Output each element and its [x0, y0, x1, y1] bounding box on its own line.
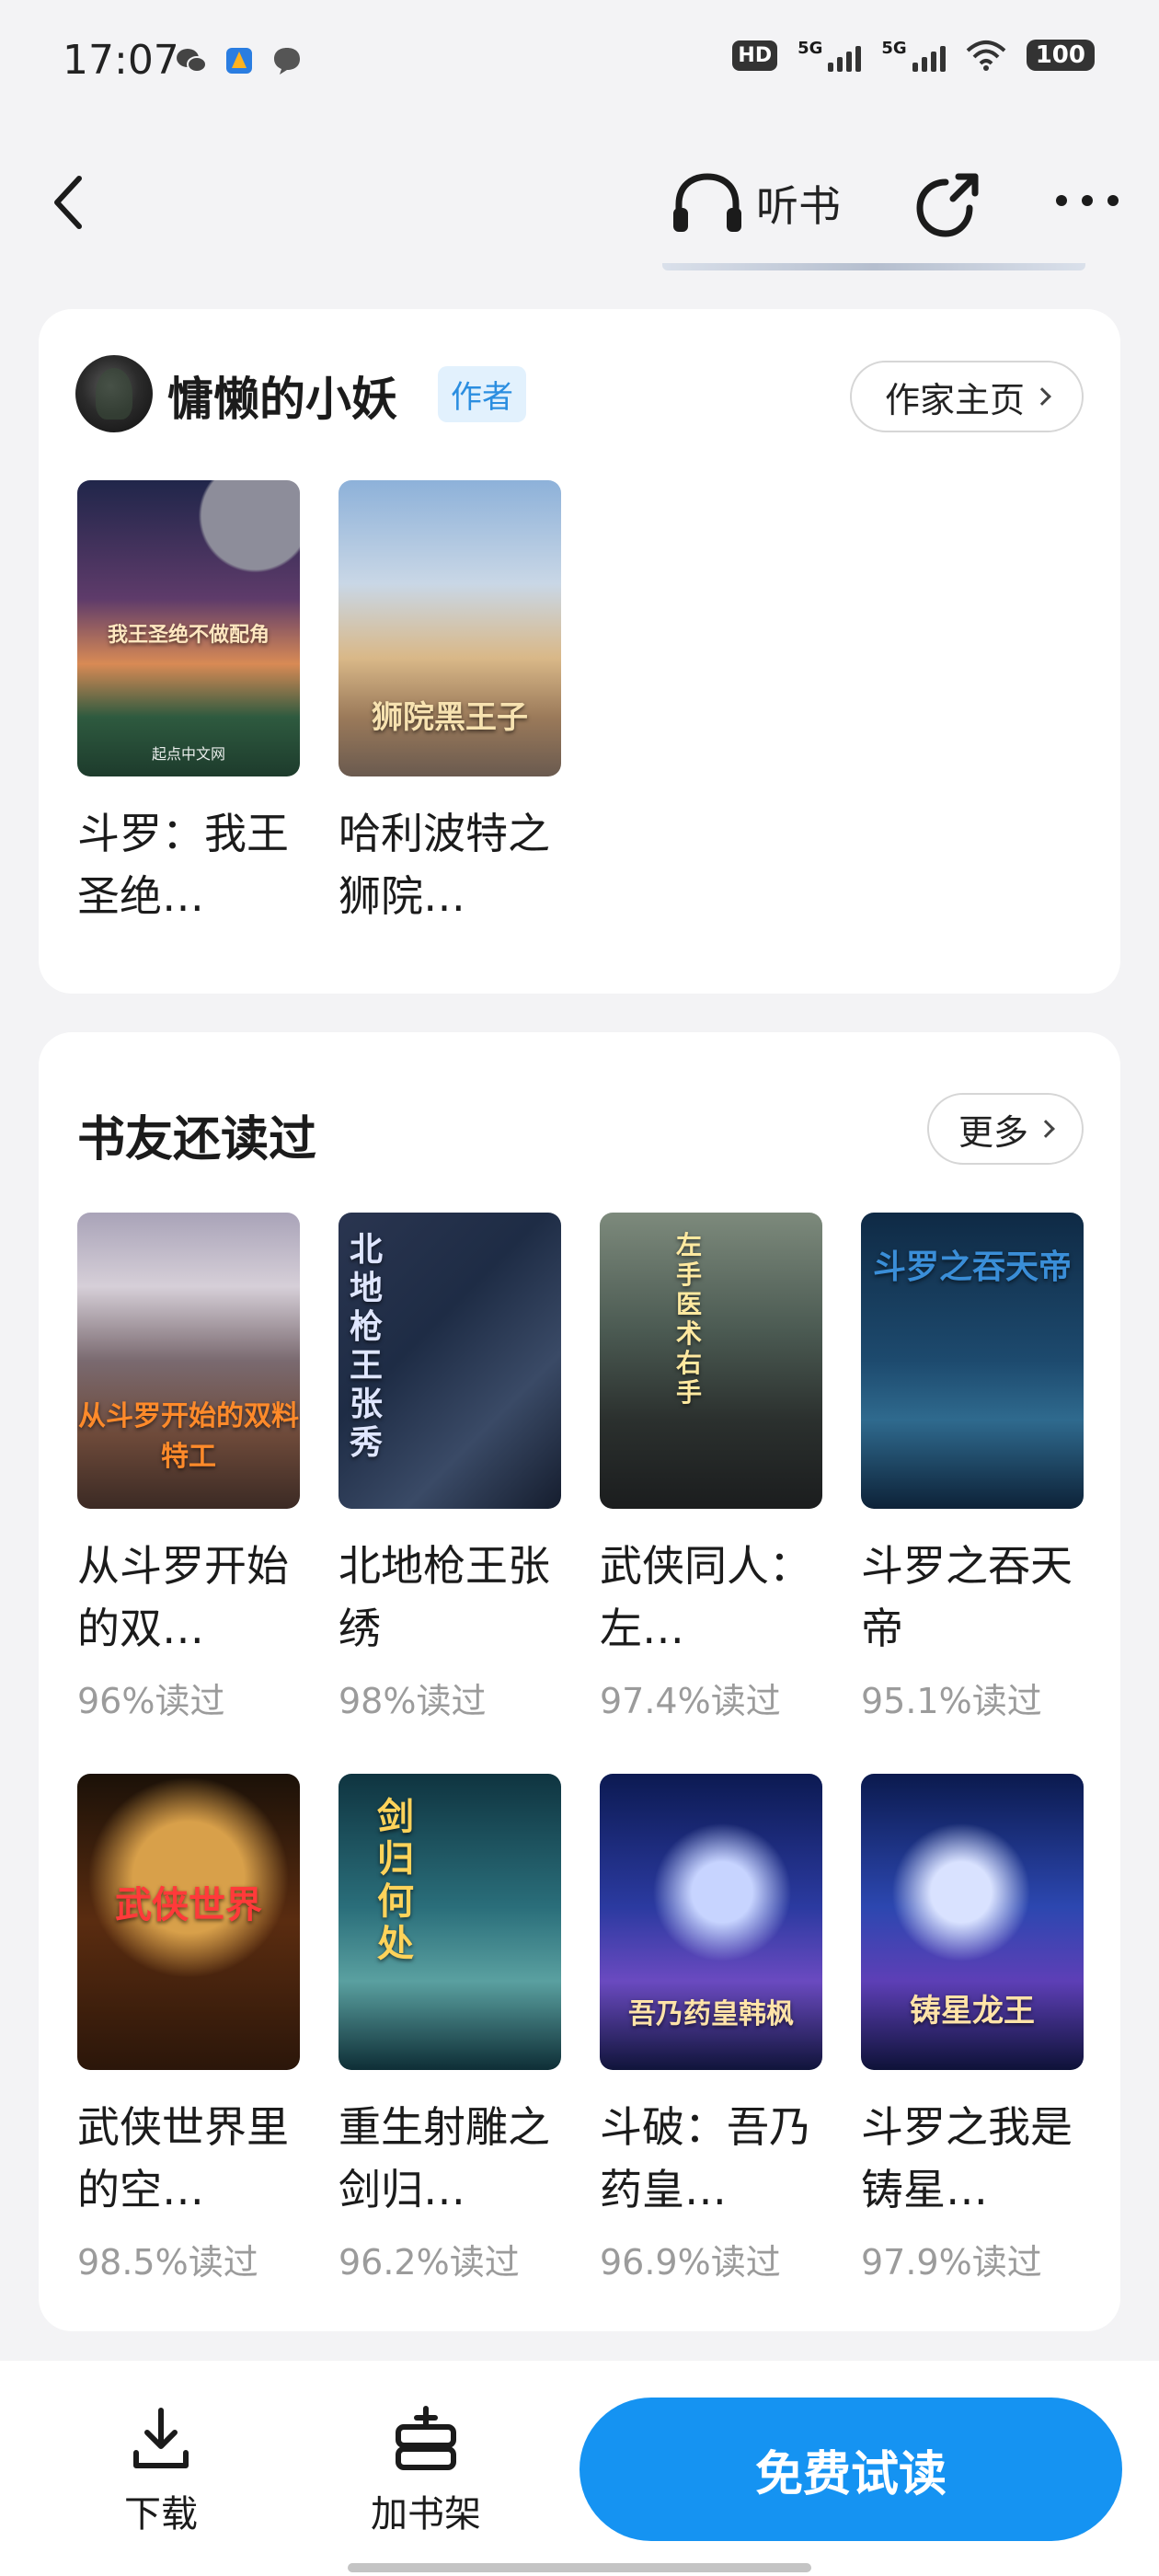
author-tag: 作者: [438, 366, 526, 422]
more-label: 更多: [958, 1111, 1028, 1153]
read-rate: 98%读过: [339, 1681, 487, 1721]
back-icon[interactable]: [44, 166, 99, 239]
author-name[interactable]: 慵懒的小妖: [167, 362, 397, 429]
book-title[interactable]: 哈利波特之狮院…: [339, 802, 561, 927]
add-to-shelf-button[interactable]: 加书架: [357, 2405, 495, 2537]
cover-publisher: 起点中文网: [151, 745, 225, 763]
recommended-book[interactable]: 左手医术右手 武侠同人：左… 97.4%读过: [600, 1213, 822, 1723]
cover-text: 斗罗之吞天帝: [872, 1248, 1072, 1286]
author-book-1[interactable]: 我王圣绝不做配角 起点中文网 斗罗：我王圣绝…: [77, 480, 300, 927]
recommended-book[interactable]: 斗罗之吞天帝 斗罗之吞天帝 95.1%读过: [861, 1213, 1084, 1723]
recommended-book[interactable]: 吾乃药皇韩枫 斗破：吾乃药皇… 96.9%读过: [600, 1774, 822, 2284]
bottom-action-bar: 下载 加书架 免费试读: [0, 2361, 1159, 2576]
book-title[interactable]: 重生射雕之剑归…: [339, 2096, 561, 2221]
headphones-icon: [673, 173, 741, 232]
book-cover[interactable]: 铸星龙王: [861, 1774, 1084, 2070]
recommended-book[interactable]: 武侠世界 武侠世界里的空… 98.5%读过: [77, 1774, 300, 2284]
book-title[interactable]: 斗罗之我是铸星…: [861, 2096, 1084, 2221]
book-cover[interactable]: 我王圣绝不做配角 起点中文网: [77, 480, 300, 776]
book-cover[interactable]: 左手医术右手: [600, 1213, 822, 1509]
add-shelf-label: 加书架: [371, 2493, 481, 2536]
cover-text: 吾乃药皇韩枫: [628, 1998, 794, 2030]
author-book-2[interactable]: 狮院黑王子 哈利波特之狮院…: [339, 480, 561, 927]
cover-text: 我王圣绝不做配角: [107, 624, 270, 647]
book-cover[interactable]: 吾乃药皇韩枫: [600, 1774, 822, 2070]
wifi-icon: [966, 40, 1006, 71]
cover-text: 北地枪王张秀: [349, 1231, 383, 1462]
book-detail-page: 17:07 HD 5G 5G 100 听书 慵懒的小妖 作者 作家主页 我王圣绝…: [0, 0, 1159, 2576]
book-cover[interactable]: 从斗罗开始的双料特工: [77, 1213, 300, 1509]
recommended-book[interactable]: 剑归何处 重生射雕之剑归… 96.2%读过: [339, 1774, 561, 2284]
book-title[interactable]: 武侠同人：左…: [600, 1535, 822, 1660]
cover-text: 铸星龙王: [910, 1993, 1035, 2030]
cover-text: 狮院黑王子: [372, 699, 528, 736]
book-cover[interactable]: 北地枪王张秀: [339, 1213, 561, 1509]
recommended-book[interactable]: 从斗罗开始的双料特工 从斗罗开始的双… 96%读过: [77, 1213, 300, 1723]
home-indicator[interactable]: [348, 2563, 811, 2572]
author-avatar[interactable]: [75, 355, 153, 432]
author-home-label: 作家主页: [884, 379, 1025, 420]
book-cover[interactable]: 剑归何处: [339, 1774, 561, 2070]
book-cover[interactable]: 狮院黑王子: [339, 480, 561, 776]
read-rate: 97.4%读过: [600, 1681, 781, 1721]
book-title[interactable]: 斗罗：我王圣绝…: [77, 802, 300, 927]
book-title[interactable]: 斗罗之吞天帝: [861, 1535, 1084, 1660]
wechat-icon: [177, 49, 207, 73]
recommended-book[interactable]: 北地枪王张秀 北地枪王张绣 98%读过: [339, 1213, 561, 1723]
app-icon: [226, 48, 252, 74]
signal-label-2: 5G: [881, 39, 907, 58]
signal-label: 5G: [798, 39, 823, 58]
signal-icon-2: 5G: [881, 39, 946, 72]
cover-text: 武侠世界: [115, 1884, 262, 1926]
recommended-book[interactable]: 铸星龙王 斗罗之我是铸星… 97.9%读过: [861, 1774, 1084, 2284]
top-nav: 听书: [0, 138, 1159, 267]
read-rate: 95.1%读过: [861, 1681, 1042, 1721]
book-cover[interactable]: 武侠世界: [77, 1774, 300, 2070]
read-rate: 98.5%读过: [77, 2242, 258, 2283]
more-icon[interactable]: [1052, 182, 1122, 219]
cover-text: 从斗罗开始的双料特工: [78, 1400, 299, 1473]
add-shelf-icon: [396, 2406, 456, 2470]
book-title[interactable]: 北地枪王张绣: [339, 1535, 561, 1660]
cover-text: 左手医术右手: [675, 1230, 702, 1408]
more-button[interactable]: 更多: [927, 1093, 1084, 1165]
book-title[interactable]: 从斗罗开始的双…: [77, 1535, 300, 1660]
battery-indicator: 100: [1026, 40, 1095, 71]
cover-text: 剑归何处: [377, 1796, 414, 1965]
section-title: 书友还读过: [77, 1112, 317, 1167]
read-rate: 97.9%读过: [861, 2242, 1042, 2283]
hd-badge: HD: [732, 40, 778, 71]
read-rate: 96.2%读过: [339, 2242, 520, 2283]
book-title[interactable]: 武侠世界里的空…: [77, 2096, 300, 2221]
share-icon[interactable]: [909, 166, 986, 243]
listen-button[interactable]: 听书: [670, 171, 841, 236]
read-rate: 96.9%读过: [600, 2242, 781, 2283]
chevron-right-icon: [1037, 1120, 1055, 1138]
book-title[interactable]: 斗破：吾乃药皇…: [600, 2096, 822, 2221]
read-rate: 96%读过: [77, 1681, 225, 1721]
status-bar: 17:07 HD 5G 5G 100: [0, 0, 1159, 120]
chevron-right-icon: [1033, 387, 1051, 406]
status-time: 17:07: [63, 37, 179, 84]
listen-label: 听书: [756, 181, 841, 231]
signal-icon: 5G: [798, 39, 862, 72]
book-cover[interactable]: 斗罗之吞天帝: [861, 1213, 1084, 1509]
cover-peek-edge: [662, 263, 1085, 270]
status-right-icons: HD 5G 5G 100: [732, 39, 1095, 72]
download-icon: [133, 2408, 189, 2468]
author-home-button[interactable]: 作家主页: [850, 361, 1084, 432]
readers-also-read-card: 书友还读过 更多 从斗罗开始的双料特工 从斗罗开始的双… 96%读过 北地枪王张…: [39, 1032, 1120, 2331]
message-icon: [274, 48, 300, 75]
download-label: 下载: [124, 2493, 198, 2536]
download-button[interactable]: 下载: [92, 2405, 230, 2537]
free-trial-read-button[interactable]: 免费试读: [580, 2398, 1122, 2541]
author-card: 慵懒的小妖 作者 作家主页 我王圣绝不做配角 起点中文网 斗罗：我王圣绝… 狮院…: [39, 309, 1120, 994]
